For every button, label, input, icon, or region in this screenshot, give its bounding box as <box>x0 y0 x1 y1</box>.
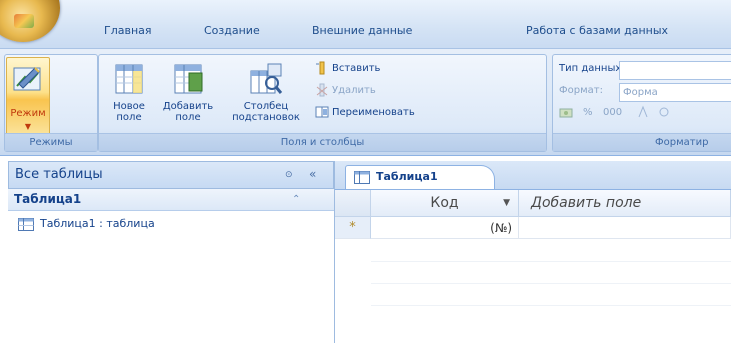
ribbon-tab-strip: Главная Создание Внешние данные Работа с… <box>0 0 731 49</box>
increase-decimals-icon <box>638 105 648 118</box>
tab-external-data[interactable]: Внешние данные <box>306 21 418 41</box>
nav-pane-header[interactable]: Все таблицы ⊙ « <box>8 161 334 189</box>
data-type-select[interactable] <box>619 61 731 80</box>
delete-column-icon <box>316 83 328 97</box>
insert-button[interactable]: Вставить <box>315 59 380 79</box>
grid-line <box>371 305 731 306</box>
thousands-format-button[interactable]: 000 <box>603 103 622 123</box>
fields-columns-group: Новое поле Добавить поле Столбец подстан… <box>98 54 547 152</box>
cell-add-field-new[interactable] <box>519 217 731 239</box>
grid-line <box>371 283 731 284</box>
format-select[interactable]: Форма <box>619 83 731 102</box>
sort-dropdown-icon[interactable]: ▼ <box>503 190 510 216</box>
select-all-corner[interactable] <box>335 190 371 217</box>
decrease-decimals-button[interactable] <box>657 103 674 123</box>
column-header-id-label: Код <box>430 195 459 211</box>
data-type-label: Тип данных: <box>559 63 625 74</box>
ribbon: Режим ▼ Режимы Новое поле Добавить поле … <box>0 49 731 156</box>
new-field-icon <box>115 64 143 94</box>
rename-button[interactable]: Переименовать <box>315 103 415 123</box>
nav-item-label: Таблица1 : таблица <box>40 217 155 230</box>
rename-column-icon <box>315 106 329 118</box>
document-tab-bar: Таблица1 <box>335 161 731 190</box>
add-field-icon <box>174 64 203 94</box>
fields-group-label: Поля и столбцы <box>99 133 546 151</box>
rename-label: Переименовать <box>332 107 415 118</box>
new-record-marker[interactable]: * <box>335 217 371 239</box>
views-group-label: Режимы <box>5 133 97 151</box>
grid-line <box>371 261 731 262</box>
lookup-column-label: Столбец подстановок <box>232 101 300 123</box>
nav-dropdown-icon[interactable]: ⊙ <box>285 162 293 188</box>
views-group: Режим ▼ Режимы <box>4 54 98 152</box>
increase-decimals-button[interactable] <box>637 103 654 123</box>
new-field-button[interactable]: Новое поле <box>103 57 155 133</box>
nav-item-table1[interactable]: Таблица1 : таблица <box>8 213 334 235</box>
design-view-icon <box>13 67 41 91</box>
decrease-decimals-icon <box>659 107 669 117</box>
insert-column-icon <box>316 61 325 75</box>
nav-group-title: Таблица1 <box>14 192 82 206</box>
group-collapse-icon[interactable]: ⌃ <box>292 189 300 210</box>
tab-create[interactable]: Создание <box>198 21 266 41</box>
formatting-group-label: Форматир <box>553 133 731 151</box>
currency-icon <box>559 108 573 118</box>
delete-label: Удалить <box>332 85 376 96</box>
table-icon <box>18 217 34 231</box>
navigation-pane: Все таблицы ⊙ « Таблица1 ⌃ Таблица1 : та… <box>8 161 335 343</box>
formatting-group: Тип данных: Формат: Форма % 000 Форматир <box>552 54 731 152</box>
mode-button[interactable]: Режим ▼ <box>6 57 50 135</box>
document-tab-label: Таблица1 <box>376 170 438 183</box>
chevron-down-icon: ▼ <box>24 122 32 131</box>
document-tab-table1[interactable]: Таблица1 <box>345 165 495 189</box>
table-icon <box>354 170 370 184</box>
format-label: Формат: <box>559 85 603 96</box>
column-header-id[interactable]: Код ▼ <box>371 190 519 217</box>
nav-group-header[interactable]: Таблица1 ⌃ <box>8 189 334 211</box>
mode-label: Режим <box>10 108 46 119</box>
office-button[interactable] <box>0 0 60 42</box>
collapse-pane-icon[interactable]: « <box>309 161 316 187</box>
document-area: Таблица1 Код ▼ Добавить поле * (№) <box>335 161 731 343</box>
currency-format-button[interactable] <box>559 103 576 123</box>
delete-button[interactable]: Удалить <box>315 81 376 101</box>
add-field-button[interactable]: Добавить поле <box>159 57 217 133</box>
percent-format-button[interactable]: % <box>583 103 593 123</box>
insert-label: Вставить <box>332 63 381 74</box>
nav-pane-title: Все таблицы <box>15 167 103 182</box>
cell-id-new[interactable]: (№) <box>371 217 519 239</box>
column-header-add-field[interactable]: Добавить поле <box>519 190 731 217</box>
tab-home[interactable]: Главная <box>98 21 158 41</box>
add-field-label: Добавить поле <box>162 101 214 123</box>
tab-database-tools[interactable]: Работа с базами данных <box>520 21 674 41</box>
lookup-column-icon <box>250 63 283 94</box>
lookup-column-button[interactable]: Столбец подстановок <box>223 57 309 133</box>
new-field-label: Новое поле <box>113 101 145 123</box>
office-logo-icon <box>14 14 34 28</box>
